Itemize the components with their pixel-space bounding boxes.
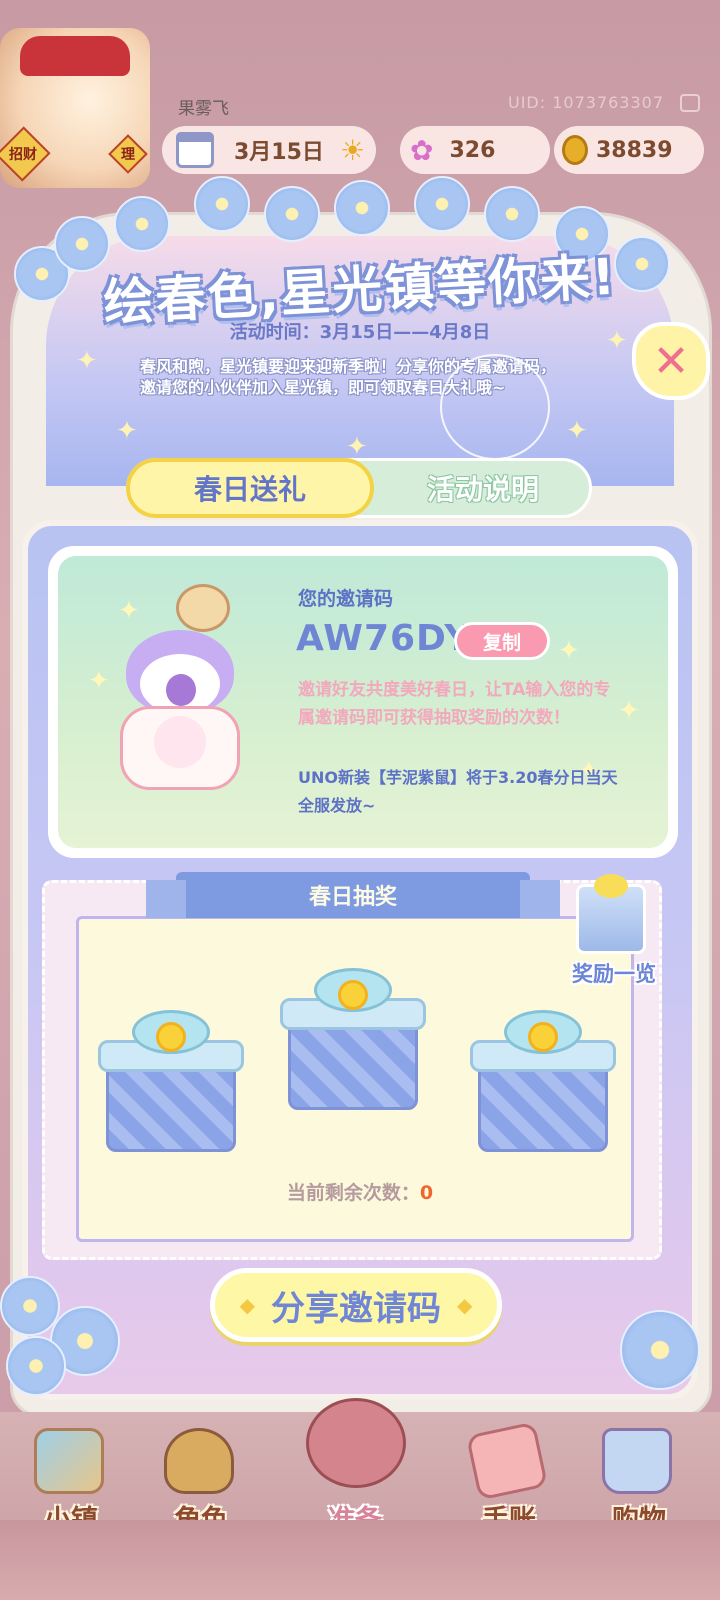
nav-journal[interactable]: 手账 bbox=[454, 1418, 564, 1536]
remaining-label: 当前剩余次数： bbox=[286, 1182, 420, 1204]
flower-knot-icon bbox=[156, 1022, 186, 1052]
flower-cluster bbox=[0, 1266, 130, 1396]
player-name: 果雾飞 bbox=[178, 99, 229, 119]
map-icon bbox=[34, 1428, 104, 1494]
player-avatar[interactable]: 招财 理 bbox=[0, 28, 150, 188]
close-button[interactable]: ✕ bbox=[632, 322, 710, 400]
invite-description: 邀请好友共度美好春日，让TA输入您的专属邀请码即可获得抽取奖励的次数！ bbox=[298, 680, 611, 728]
shopping-bag-icon bbox=[602, 1428, 672, 1494]
reward-list-label: 奖励一览 bbox=[572, 962, 656, 986]
star-decoration: ✦ bbox=[618, 696, 640, 726]
diamond-icon: ◆ bbox=[239, 1293, 255, 1317]
star-decoration: ✦ bbox=[558, 636, 580, 666]
lottery-title: 春日抽奖 bbox=[146, 872, 560, 918]
nav-town[interactable]: 小镇 bbox=[16, 1418, 126, 1536]
flower-knot-icon bbox=[528, 1022, 558, 1052]
prepare-icon bbox=[306, 1398, 406, 1488]
close-icon: ✕ bbox=[652, 335, 690, 387]
nav-character[interactable]: 角色 bbox=[146, 1418, 256, 1536]
share-invite-code-button[interactable]: ◆ 分享邀请码 ◆ bbox=[210, 1268, 502, 1342]
tab-spring-gift[interactable]: 春日送礼 bbox=[126, 458, 374, 518]
flower-gem-icon: ✿ bbox=[410, 133, 434, 167]
event-time: 活动时间：3月15日——4月8日 bbox=[229, 322, 491, 343]
lottery-gift-box[interactable] bbox=[468, 1010, 618, 1160]
mascot-print bbox=[154, 716, 206, 768]
character-icon bbox=[164, 1428, 234, 1494]
star-decoration: ✦ bbox=[566, 416, 588, 446]
player-uid: UID: 1073763307 bbox=[508, 93, 665, 112]
blue-flower-icon bbox=[334, 180, 390, 236]
invite-code-label: 您的邀请码 bbox=[298, 588, 394, 610]
lottery-gift-box[interactable] bbox=[96, 1010, 246, 1160]
blue-flower-icon bbox=[484, 186, 540, 242]
bubble-decoration bbox=[440, 354, 550, 460]
current-date: 3月15日 bbox=[234, 140, 324, 165]
flower-cluster bbox=[610, 1300, 720, 1410]
purple-mouse-mascot bbox=[110, 610, 250, 790]
blue-flower-icon bbox=[6, 1336, 66, 1396]
star-decoration: ✦ bbox=[76, 346, 98, 376]
invite-code: AW76DY bbox=[296, 618, 472, 659]
reward-list-button[interactable]: 奖励一览 bbox=[554, 874, 674, 994]
tab-event-rules[interactable]: 活动说明 bbox=[374, 458, 592, 518]
calendar-icon bbox=[176, 132, 214, 168]
blue-flower-icon bbox=[414, 176, 470, 232]
blue-flower-icon bbox=[620, 1310, 700, 1390]
remaining-count: 0 bbox=[419, 1182, 434, 1204]
blue-flower-icon bbox=[114, 196, 170, 252]
star-decoration: ✦ bbox=[116, 416, 138, 446]
blue-flower-icon bbox=[194, 176, 250, 232]
outfit-announcement: UNO新装【芋泥紫鼠】将于3.20春分日当天全服发放~ bbox=[298, 768, 618, 815]
copy-uid-icon[interactable] bbox=[680, 94, 700, 112]
coin-count: 38839 bbox=[596, 137, 673, 163]
remaining-draws: 当前剩余次数：0 bbox=[0, 1178, 720, 1205]
copy-button[interactable]: 复制 bbox=[454, 622, 550, 660]
share-button-label: 分享邀请码 bbox=[271, 1288, 441, 1329]
coin-icon bbox=[562, 135, 588, 165]
lottery-gift-box[interactable] bbox=[278, 968, 428, 1118]
gem-count: 326 bbox=[449, 137, 496, 163]
mascot-mouth bbox=[166, 674, 196, 706]
flower-knot-icon bbox=[338, 980, 368, 1010]
lion-dance-hat bbox=[20, 36, 130, 76]
system-gesture-area bbox=[0, 1520, 720, 1600]
diamond-icon: ◆ bbox=[457, 1293, 473, 1317]
journal-icon bbox=[465, 1421, 549, 1501]
star-decoration: ✦ bbox=[88, 666, 110, 696]
nav-prepare[interactable]: 准备 bbox=[300, 1398, 410, 1536]
blue-flower-icon bbox=[264, 186, 320, 242]
badge-pin-icon bbox=[176, 584, 230, 632]
bow-icon bbox=[594, 874, 628, 898]
sun-weather-icon: ☀ bbox=[339, 133, 366, 167]
nav-shop[interactable]: 购物 bbox=[584, 1418, 694, 1536]
blue-flower-icon bbox=[0, 1276, 60, 1336]
